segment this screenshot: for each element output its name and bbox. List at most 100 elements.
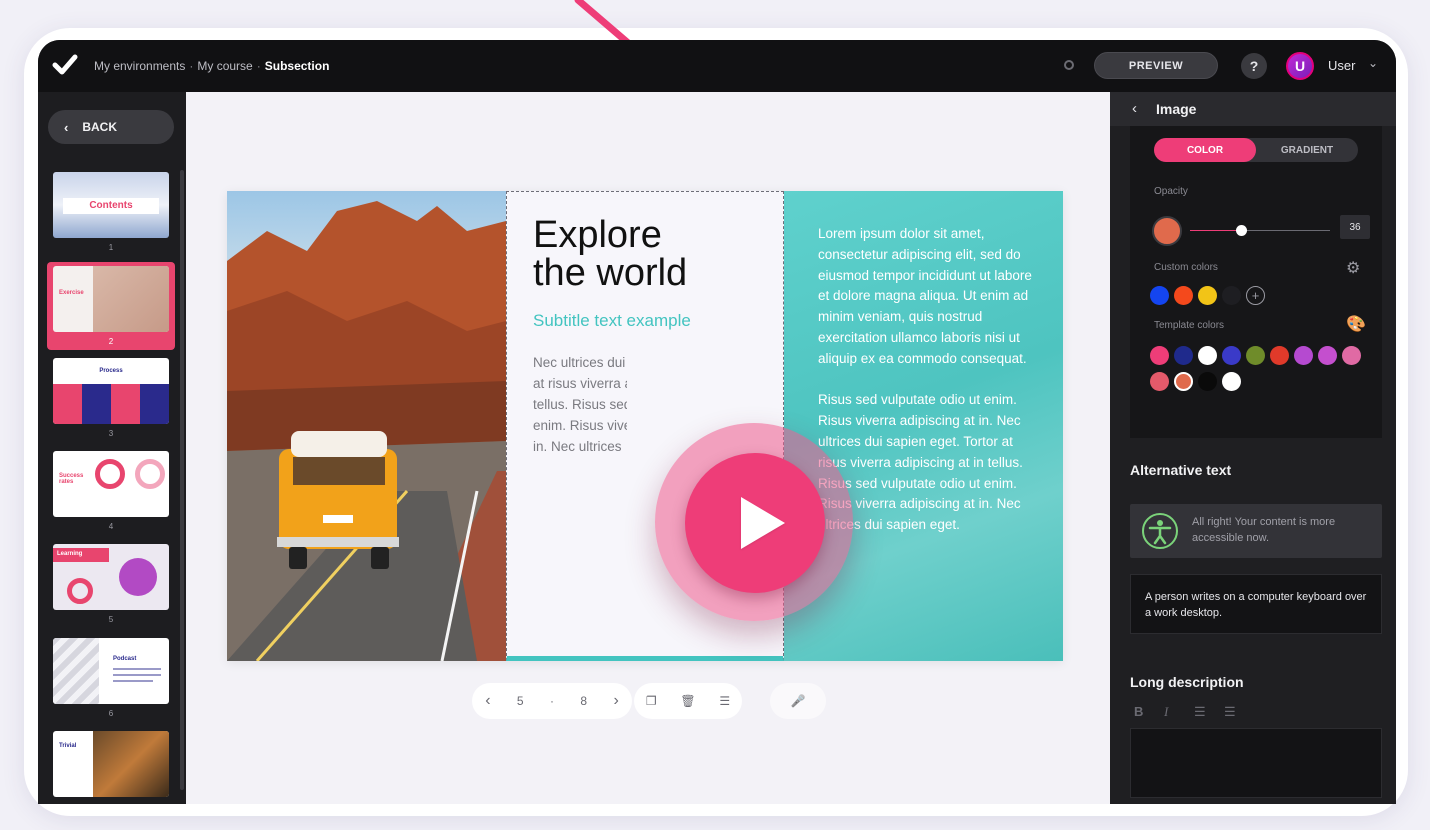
- chevron-left-icon[interactable]: ‹: [1132, 100, 1137, 117]
- breadcrumb: My environments · My course · Subsection: [94, 59, 329, 73]
- slide-thumbnail-2[interactable]: Exercise 2: [47, 262, 175, 350]
- tab-gradient[interactable]: GRADIENT: [1256, 138, 1358, 162]
- slide-number: 3: [108, 429, 114, 438]
- tab-color[interactable]: COLOR: [1154, 138, 1256, 162]
- color-mode-toggle: COLOR GRADIENT: [1154, 138, 1358, 162]
- avatar[interactable]: U: [1286, 52, 1314, 80]
- slide-number: 2: [108, 337, 114, 346]
- custom-colors-label: Custom colors: [1154, 262, 1218, 273]
- alternative-text-title: Alternative text: [1130, 462, 1232, 478]
- panel-header: ‹ Image: [1110, 92, 1396, 126]
- custom-color-swatch[interactable]: [1150, 286, 1169, 305]
- slide-actions: ❐ 🗑 ☰: [634, 683, 742, 719]
- selected-color-swatch[interactable]: [1152, 216, 1182, 246]
- slide-thumbnail-6[interactable]: Podcast 6: [47, 638, 175, 718]
- pager-total: 8: [580, 694, 588, 708]
- audio-control: 🎤: [770, 683, 826, 719]
- panel-title: Image: [1156, 101, 1197, 117]
- user-name[interactable]: User: [1328, 58, 1355, 73]
- breadcrumb-current: Subsection: [264, 59, 330, 73]
- help-button[interactable]: ?: [1241, 53, 1267, 79]
- add-color-icon[interactable]: +: [1246, 286, 1265, 305]
- template-color-swatch-selected[interactable]: [1174, 372, 1193, 391]
- bullet-list-icon[interactable]: ☰: [1194, 704, 1206, 720]
- slide-preview: Process: [53, 358, 169, 424]
- template-color-swatch[interactable]: [1198, 346, 1217, 365]
- slide-preview: Success rates: [53, 451, 169, 517]
- alt-text-field[interactable]: A person writes on a computer keyboard o…: [1130, 574, 1382, 634]
- template-color-swatch[interactable]: [1150, 346, 1169, 365]
- slide-thumbnail-1[interactable]: Contents 1: [47, 172, 175, 252]
- opacity-value[interactable]: 36: [1340, 215, 1370, 239]
- preview-button[interactable]: PREVIEW: [1094, 52, 1218, 79]
- slide-pager: ‹ 5 · 8 ›: [472, 683, 632, 719]
- template-colors-label: Template colors: [1154, 320, 1225, 331]
- numbered-list-icon[interactable]: ☰: [1224, 704, 1236, 720]
- slide-thumbnail-7[interactable]: Trivial: [47, 731, 175, 797]
- body-line: at risus viverra adipiscing: [533, 376, 627, 391]
- italic-button[interactable]: I: [1164, 704, 1168, 720]
- teal-paragraph: Risus sed vulputate odio ut enim. Risus …: [818, 392, 1023, 491]
- template-color-swatch[interactable]: [1270, 346, 1289, 365]
- sidebar-scrollbar[interactable]: [180, 170, 184, 790]
- microphone-icon[interactable]: 🎤: [791, 694, 806, 708]
- custom-color-swatch[interactable]: [1174, 286, 1193, 305]
- slide-subtitle[interactable]: Subtitle text example: [533, 311, 691, 331]
- slide-preview: Learning: [53, 544, 169, 610]
- chevron-left-icon: ‹: [64, 119, 69, 135]
- pager-current: 5: [516, 694, 524, 708]
- slide-thumbnail-3[interactable]: Process 3: [47, 358, 175, 438]
- opacity-slider-handle[interactable]: [1236, 225, 1247, 236]
- slide-preview: Exercise: [53, 266, 169, 332]
- app-logo-icon[interactable]: [52, 52, 78, 78]
- gear-icon[interactable]: ⚙: [1346, 258, 1360, 278]
- slide-title-line1: Explore: [533, 214, 662, 256]
- template-color-swatch[interactable]: [1198, 372, 1217, 391]
- editor-canvas: Explore the world Subtitle text example …: [186, 92, 1110, 804]
- chevron-left-icon[interactable]: ‹: [485, 692, 490, 710]
- slide-number: 1: [108, 243, 114, 252]
- breadcrumb-environments[interactable]: My environments: [94, 59, 185, 73]
- teal-column[interactable]: Lorem ipsum dolor sit amet, consectetur …: [784, 191, 1063, 661]
- slide-thumbnail-5[interactable]: Learning 5: [47, 544, 175, 624]
- slide-thumbnail-4[interactable]: Success rates 4: [47, 451, 175, 531]
- alt-text-value: A person writes on a computer keyboard o…: [1145, 591, 1367, 619]
- slide-number: 4: [108, 522, 114, 531]
- palette-icon[interactable]: 🎨: [1346, 314, 1366, 334]
- long-description-field[interactable]: [1130, 728, 1382, 798]
- template-color-swatch[interactable]: [1342, 346, 1361, 365]
- template-color-swatch[interactable]: [1246, 346, 1265, 365]
- back-button[interactable]: ‹ BACK: [48, 110, 174, 144]
- top-bar: My environments · My course · Subsection PRE…: [38, 40, 1396, 92]
- template-color-swatch[interactable]: [1222, 372, 1241, 391]
- app-window: My environments · My course · Subsection PRE…: [38, 40, 1396, 804]
- slide-number: 5: [108, 615, 114, 624]
- custom-color-swatch[interactable]: [1198, 286, 1217, 305]
- custom-color-swatch[interactable]: [1222, 286, 1241, 305]
- long-description-title: Long description: [1130, 674, 1244, 690]
- template-color-swatch[interactable]: [1222, 346, 1241, 365]
- status-dot-icon: [1064, 60, 1074, 70]
- template-color-swatch[interactable]: [1174, 346, 1193, 365]
- back-label: BACK: [82, 120, 118, 134]
- duplicate-icon[interactable]: ❐: [646, 694, 657, 708]
- chevron-right-icon[interactable]: ›: [613, 692, 618, 710]
- color-card: COLOR GRADIENT Opacity 36 Custom colors …: [1130, 126, 1382, 438]
- chevron-down-icon[interactable]: ⌄: [1368, 56, 1378, 70]
- slide-image[interactable]: [227, 191, 506, 661]
- slide-preview-title: Podcast: [113, 656, 137, 662]
- breadcrumb-course[interactable]: My course: [197, 59, 252, 73]
- trash-icon[interactable]: 🗑: [680, 694, 695, 708]
- slide: Explore the world Subtitle text example …: [227, 191, 1063, 661]
- template-color-swatch[interactable]: [1318, 346, 1337, 365]
- pager-separator: ·: [549, 694, 554, 708]
- bold-button[interactable]: B: [1134, 704, 1143, 719]
- template-color-swatch[interactable]: [1150, 372, 1169, 391]
- slide-title[interactable]: Explore the world: [533, 216, 753, 292]
- notes-icon[interactable]: ☰: [719, 694, 730, 708]
- slide-preview: Contents: [53, 172, 169, 238]
- play-icon[interactable]: [741, 497, 785, 549]
- accessibility-notice: All right! Your content is more accessib…: [1130, 504, 1382, 558]
- template-color-swatch[interactable]: [1294, 346, 1313, 365]
- slide-body-text[interactable]: Nec ultrices dui sapien at risus viverra…: [533, 352, 627, 457]
